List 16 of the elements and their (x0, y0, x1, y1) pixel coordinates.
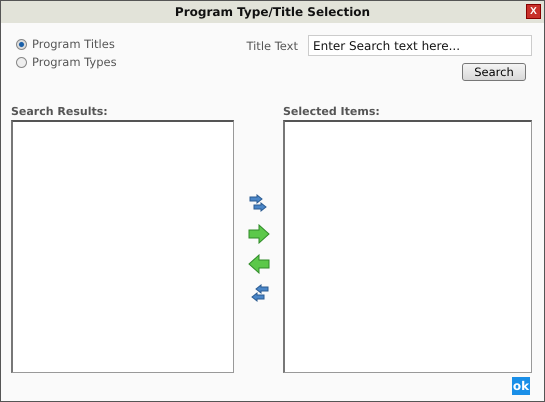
search-results-list[interactable] (11, 120, 234, 373)
arrow-left-icon[interactable] (248, 254, 270, 274)
selected-items-list[interactable] (283, 120, 532, 373)
window-title: Program Type/Title Selection (174, 5, 370, 19)
close-button[interactable]: X (526, 4, 541, 19)
search-button[interactable]: Search (462, 63, 526, 81)
radio-button[interactable] (16, 56, 27, 68)
radio-button[interactable] (16, 38, 27, 50)
double-arrow-right-icon[interactable] (248, 194, 270, 214)
field-label: Title Text (246, 38, 298, 52)
list-heading: Search Results: (11, 105, 109, 118)
arrow-right-icon[interactable] (248, 224, 270, 244)
radio-label: Program Titles (32, 37, 115, 51)
search-field[interactable]: Enter Search text here... (308, 35, 532, 56)
radio-label: Program Types (32, 55, 117, 69)
list-heading: Selected Items: (283, 105, 381, 118)
